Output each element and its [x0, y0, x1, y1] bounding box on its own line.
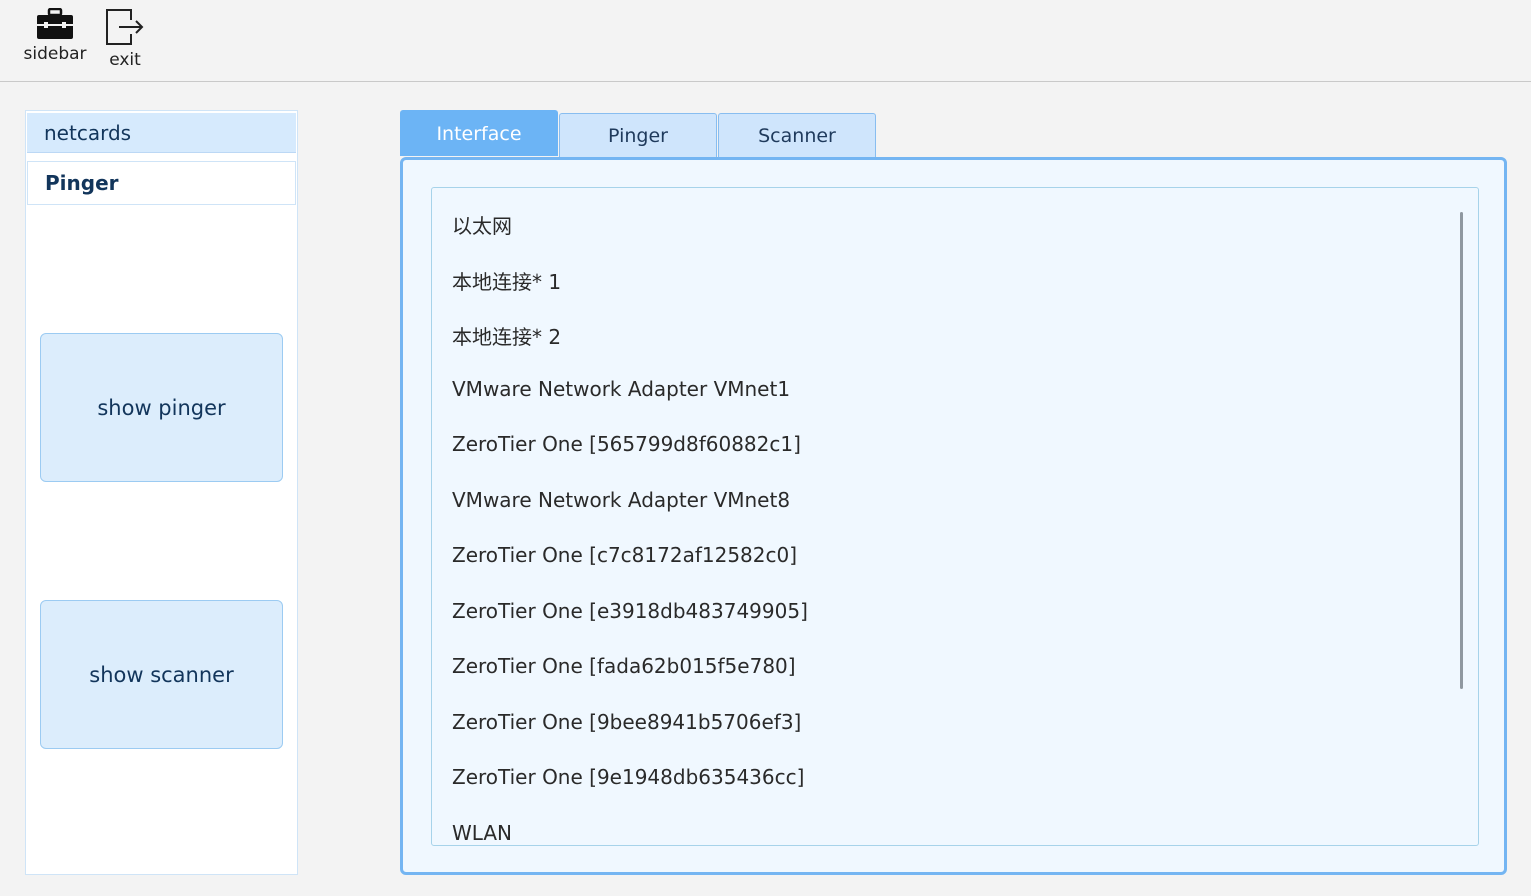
tab-interface[interactable]: Interface: [400, 110, 558, 156]
sidebar-tab-netcards[interactable]: netcards: [27, 113, 296, 153]
list-item[interactable]: 本地连接* 1: [452, 266, 561, 295]
interface-panel: 以太网 本地连接* 1 本地连接* 2 VMware Network Adapt…: [400, 157, 1507, 875]
list-item[interactable]: VMware Network Adapter VMnet1: [452, 377, 790, 401]
sidebar: netcards Pinger show pinger show scanner: [25, 110, 298, 875]
list-item[interactable]: ZeroTier One [9e1948db635436cc]: [452, 765, 804, 789]
exit-button-label: exit: [109, 50, 141, 70]
sidebar-toggle-button[interactable]: sidebar: [20, 8, 90, 76]
list-item[interactable]: ZeroTier One [565799d8f60882c1]: [452, 432, 801, 456]
list-item[interactable]: ZeroTier One [9bee8941b5706ef3]: [452, 710, 801, 734]
list-item[interactable]: 本地连接* 2: [452, 321, 561, 350]
list-item[interactable]: ZeroTier One [fada62b015f5e780]: [452, 654, 796, 678]
list-item[interactable]: 以太网: [452, 210, 512, 239]
list-scrollbar[interactable]: [1460, 212, 1463, 689]
show-scanner-button[interactable]: show scanner: [40, 600, 283, 749]
list-item[interactable]: ZeroTier One [c7c8172af12582c0]: [452, 543, 797, 567]
tab-pinger[interactable]: Pinger: [559, 113, 717, 157]
exit-icon: [105, 8, 145, 46]
list-item[interactable]: WLAN: [452, 821, 512, 845]
tab-scanner[interactable]: Scanner: [718, 113, 876, 157]
show-pinger-button[interactable]: show pinger: [40, 333, 283, 482]
sidebar-button-label: sidebar: [23, 44, 87, 64]
exit-button[interactable]: exit: [90, 8, 160, 76]
sidebar-tab-pinger[interactable]: Pinger: [27, 161, 296, 205]
interface-list[interactable]: 以太网 本地连接* 1 本地连接* 2 VMware Network Adapt…: [431, 187, 1479, 846]
briefcase-icon: [36, 8, 74, 40]
list-item[interactable]: ZeroTier One [e3918db483749905]: [452, 599, 808, 623]
toolbar: sidebar exit: [0, 0, 1531, 82]
list-item[interactable]: VMware Network Adapter VMnet8: [452, 488, 790, 512]
